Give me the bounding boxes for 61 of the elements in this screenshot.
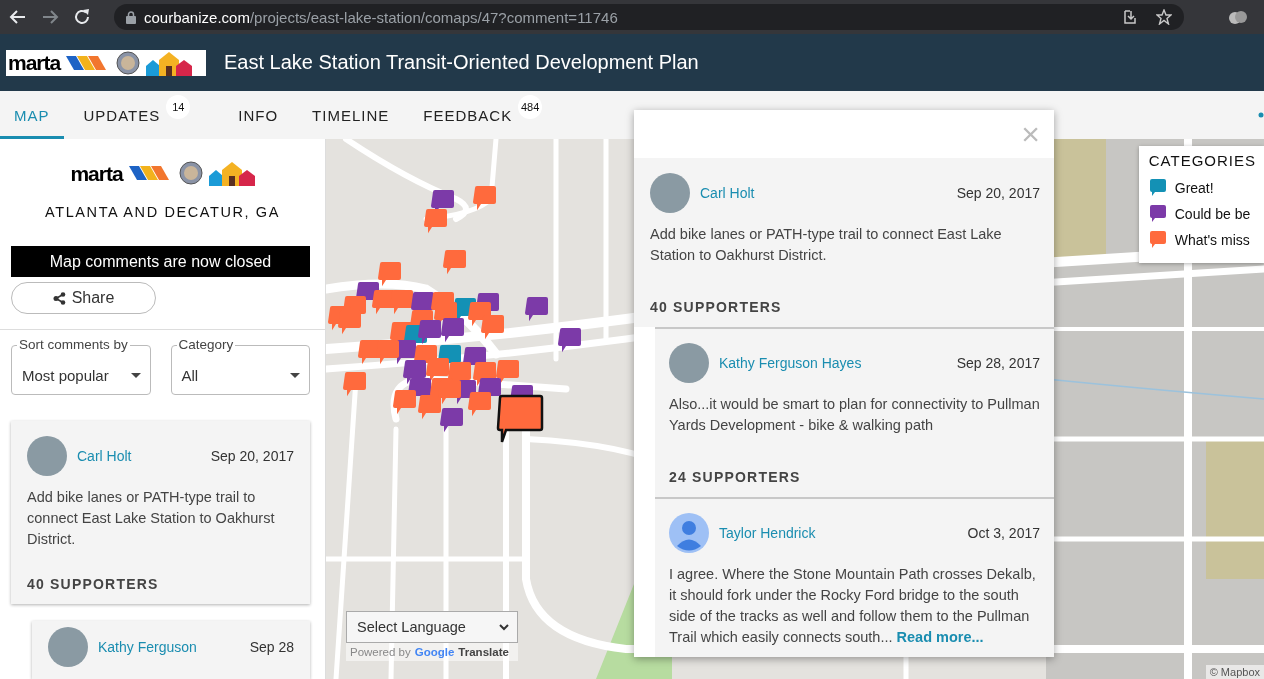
comment-text: Also...it would be smart to plan for connectivity to Pullman Yards Development - bike & walking path <box>669 395 1040 435</box>
reload-icon[interactable] <box>72 7 92 27</box>
seal-icon <box>116 50 141 75</box>
comment-date: Sep 20, 2017 <box>210 448 294 464</box>
url-path: /projects/east-lake-station/comaps/47?comment=11746 <box>249 8 618 26</box>
supporters-count: 40 SUPPORTERS <box>27 576 160 592</box>
url-host: courbanize.com <box>144 8 250 26</box>
filter-dropdown[interactable]: Category All <box>170 336 310 395</box>
nav-tab[interactable]: UPDATES 14 <box>69 91 219 139</box>
comment-date: Sep 28 <box>249 639 294 655</box>
supporters-count: 24 SUPPORTERS <box>669 469 802 485</box>
comment-date: Sep 20, 2017 <box>956 185 1040 201</box>
nav-tab[interactable]: TIMELINE <box>298 91 404 139</box>
avatar-icon <box>669 513 709 553</box>
translate-label: Translate <box>458 646 509 658</box>
comment-text: Add bike lanes or PATH-type trail to connect East Lake Station to Oakhurst District. <box>27 488 276 549</box>
author-link[interactable]: Carl Holt <box>700 185 755 201</box>
filter-dropdown[interactable]: Sort comments by Most popular <box>11 336 151 395</box>
author-link[interactable]: Kathy Ferguson Hayes <box>719 355 862 371</box>
nav-tab[interactable]: FEEDBACK 484 <box>409 91 571 139</box>
star-icon[interactable] <box>1156 9 1172 25</box>
houses-icon <box>146 49 193 76</box>
category-label[interactable]: Could be be <box>1174 206 1251 222</box>
chevron-icon <box>499 623 509 631</box>
comment-text: I agree. Where the Stone Mountain Path crosses Dekalb, it should fork under the Rocky Ford bridge to the south side of the tracks as well and follow them to the Pullman Trail which easily connects south... Read more... <box>669 565 1037 647</box>
supporters-count: 40 SUPPORTERS <box>650 299 783 315</box>
share-button[interactable]: Share <box>11 282 156 315</box>
avatar-photo <box>27 436 67 476</box>
install-icon[interactable] <box>1122 9 1138 25</box>
comment-markers-drawing[interactable] <box>328 186 581 444</box>
caret-icon <box>130 372 141 378</box>
location-label: ATLANTA AND DECATUR, GA <box>44 204 281 220</box>
category-label[interactable]: Great! <box>1174 180 1214 196</box>
powered-by-label: Powered by <box>350 646 411 658</box>
category-label[interactable]: What's miss <box>1174 232 1250 248</box>
seal-icon <box>178 161 203 185</box>
legend-title: CATEGORIES <box>1148 152 1256 169</box>
nav-tab[interactable]: INFO <box>224 91 293 139</box>
extension-icon[interactable] <box>1228 9 1248 25</box>
author-link[interactable]: Carl Holt <box>77 448 132 464</box>
google-wordmark: Google <box>414 646 455 658</box>
language-select[interactable]: Select Language <box>346 611 518 643</box>
avatar-photo <box>48 627 88 667</box>
avatar-photo <box>669 343 709 383</box>
caret-icon <box>290 372 300 378</box>
lock-icon <box>126 10 136 24</box>
address-bar[interactable]: courbanize.com/projects/east-lake-station/comaps/47?comment=11746 <box>114 4 1184 30</box>
avatar-photo <box>650 173 690 213</box>
closed-notice: Map comments are now closed <box>11 246 310 278</box>
logo-text: marta <box>70 162 123 184</box>
page-title: East Lake Station Transit-Oriented Development Plan <box>224 51 699 74</box>
author-link[interactable]: Taylor Hendrick <box>719 525 816 541</box>
comment-date: Sep 28, 2017 <box>956 355 1040 371</box>
count-badge: 14 <box>166 95 191 119</box>
houses-icon <box>208 160 255 186</box>
logo-text: marta <box>8 52 61 73</box>
map-attribution: © Mapbox <box>1205 665 1264 679</box>
author-link[interactable]: Kathy Ferguson <box>98 639 197 655</box>
count-badge: 484 <box>518 95 543 119</box>
comment-text: Add bike lanes or PATH-type trail to connect East Lake Station to Oakhurst District. <box>650 225 1003 265</box>
comment-date: Oct 3, 2017 <box>967 525 1040 541</box>
